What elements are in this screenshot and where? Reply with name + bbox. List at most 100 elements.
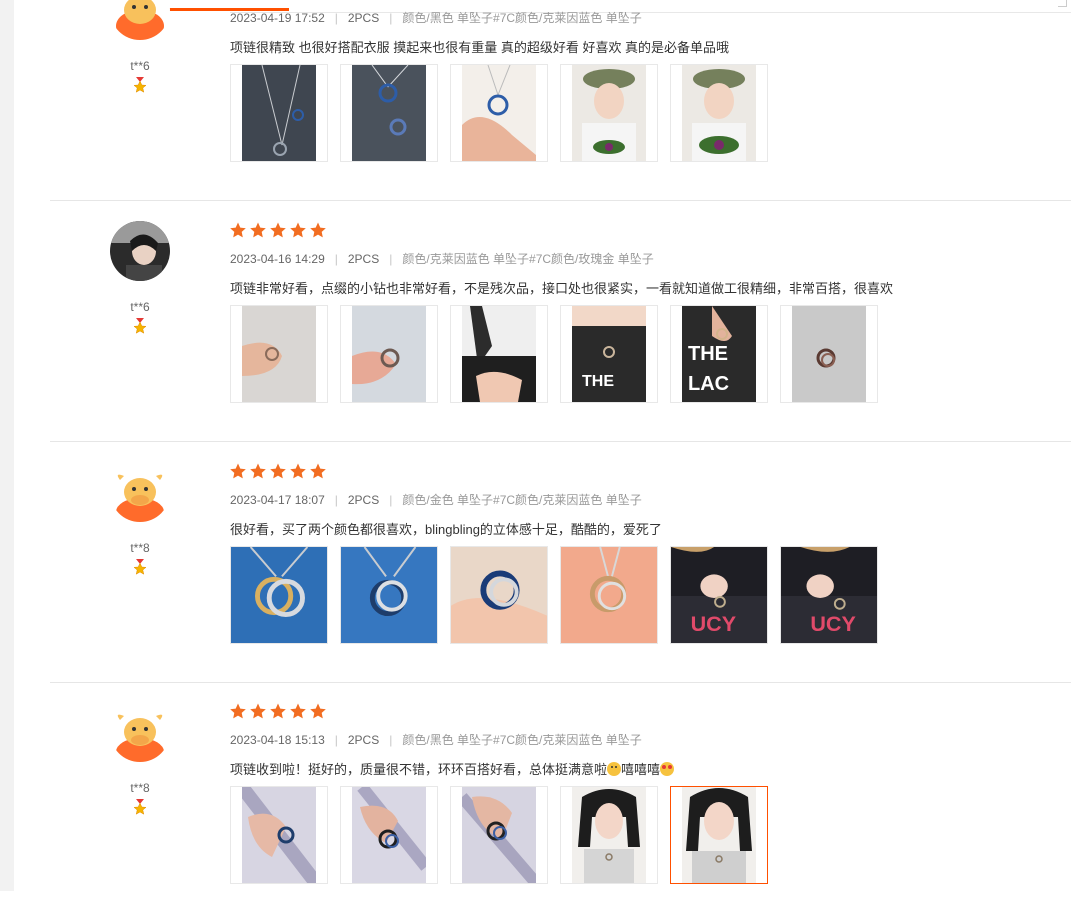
- reviewer-info: t**6: [109, 221, 171, 334]
- review-image[interactable]: [230, 546, 328, 644]
- cow-avatar-icon: [110, 462, 170, 522]
- review-image[interactable]: [340, 546, 438, 644]
- review-image[interactable]: [450, 546, 548, 644]
- member-medal-icon: [133, 799, 147, 815]
- reviewer-info: t**8: [109, 462, 171, 575]
- review-item: t**6 2023-04-16 14:29 | 2PCS | 颜色/克莱因蓝色 单坠子#…: [50, 201, 1071, 442]
- review-date: 2023-04-19 17:52: [230, 11, 325, 25]
- wearing-photo-icon: THE: [572, 306, 646, 402]
- review-image[interactable]: [560, 64, 658, 162]
- avatar[interactable]: [110, 221, 170, 281]
- review-date: 2023-04-16 14:29: [230, 252, 325, 266]
- product-photo-icon: [242, 65, 316, 161]
- review-image[interactable]: UCY: [780, 546, 878, 644]
- hand-photo-icon: [462, 787, 536, 883]
- review-image[interactable]: [340, 305, 438, 403]
- review-image[interactable]: [450, 786, 548, 884]
- wearing-photo-icon: [682, 65, 756, 161]
- product-photo-icon: [341, 547, 437, 643]
- review-item: t**8 2023-04-17 18:07 | 2PCS | 颜色/金色 单坠子#7C颜…: [50, 442, 1071, 683]
- avatar[interactable]: [110, 702, 170, 762]
- wearing-photo-icon: UCY: [781, 547, 877, 643]
- reviewer-info: t**8: [109, 702, 171, 815]
- rating-stars: [230, 222, 328, 239]
- review-image[interactable]: [230, 786, 328, 884]
- review-image[interactable]: [340, 64, 438, 162]
- review-image[interactable]: THE: [560, 305, 658, 403]
- user-name: t**8: [130, 541, 150, 555]
- svg-text:LAC: LAC: [688, 373, 729, 395]
- hand-photo-icon: [242, 787, 316, 883]
- wearing-photo-icon: [572, 787, 646, 883]
- review-thumbnails: UCY UCY: [230, 546, 890, 644]
- five-star-icon: [230, 463, 326, 479]
- review-meta: 2023-04-19 17:52 | 2PCS | 颜色/黑色 单坠子#7C颜色/克莱因…: [230, 11, 642, 25]
- review-date: 2023-04-17 18:07: [230, 493, 325, 507]
- review-image[interactable]: [560, 546, 658, 644]
- svg-text:UCY: UCY: [691, 611, 737, 636]
- review-item: t**8 2023-04-18 15:13 | 2PCS | 颜色/黑色 单坠子#7C颜…: [50, 682, 1071, 922]
- smile-emoji-icon: [607, 762, 622, 776]
- review-image[interactable]: [560, 786, 658, 884]
- svg-text:THE: THE: [582, 373, 614, 390]
- review-meta: 2023-04-18 15:13 | 2PCS | 颜色/黑色 单坠子#7C颜色/克莱因…: [230, 733, 642, 747]
- hand-photo-icon: [352, 787, 426, 883]
- review-thumbnails: [230, 64, 780, 162]
- review-image[interactable]: [230, 305, 328, 403]
- review-image[interactable]: THE LAC: [670, 305, 768, 403]
- review-meta: 2023-04-17 18:07 | 2PCS | 颜色/金色 单坠子#7C颜色/克莱因…: [230, 493, 642, 507]
- review-content: 项链很精致 也很好搭配衣服 摸起来也很有重量 真的超级好看 好喜欢 真的是必备单…: [230, 40, 730, 55]
- five-star-icon: [230, 222, 326, 238]
- review-image[interactable]: [780, 305, 878, 403]
- wearing-photo-icon: UCY: [671, 547, 767, 643]
- wearing-photo-icon: [572, 65, 646, 161]
- wearing-photo-icon: [682, 787, 756, 883]
- wearing-photo-icon: THE LAC: [682, 306, 756, 402]
- review-meta: 2023-04-16 14:29 | 2PCS | 颜色/克莱因蓝色 单坠子#7C颜色/…: [230, 252, 654, 266]
- review-sku: 颜色/黑色 单坠子#7C颜色/克莱因蓝色 单坠子: [402, 733, 642, 747]
- rating-stars: [230, 463, 328, 480]
- svg-text:THE: THE: [688, 343, 728, 365]
- review-content-text: 项链收到啦！挺好的，质量很不错，环环百搭好看，总体挺满意啦: [230, 762, 608, 777]
- member-medal-icon: [133, 77, 147, 93]
- product-photo-icon: [462, 65, 536, 161]
- review-content-tail: 嘻嘻嘻: [621, 762, 661, 777]
- wearing-photo-icon: [462, 306, 536, 402]
- hand-photo-icon: [561, 547, 657, 643]
- product-photo-icon: [792, 306, 866, 402]
- user-name: t**8: [130, 781, 150, 795]
- review-sku: 颜色/金色 单坠子#7C颜色/克莱因蓝色 单坠子: [402, 493, 642, 507]
- hand-photo-icon: [352, 306, 426, 402]
- product-photo-icon: [451, 547, 547, 643]
- avatar[interactable]: [110, 462, 170, 522]
- review-image[interactable]: [670, 786, 768, 884]
- review-image[interactable]: [450, 64, 548, 162]
- member-medal-icon: [133, 559, 147, 575]
- user-name: t**6: [130, 300, 150, 314]
- review-sku: 颜色/克莱因蓝色 单坠子#7C颜色/玫瑰金 单坠子: [402, 252, 654, 266]
- reviewer-info: t**6: [109, 0, 171, 93]
- review-content: 项链非常好看，点缀的小钻也非常好看，不是残次品，接口处也很紧实，一看就知道做工很…: [230, 281, 894, 296]
- review-pcs: 2PCS: [347, 493, 380, 507]
- review-pcs: 2PCS: [347, 252, 380, 266]
- member-medal-icon: [133, 318, 147, 334]
- review-image[interactable]: [450, 305, 548, 403]
- product-photo-icon: [352, 65, 426, 161]
- cow-avatar-icon: [110, 0, 170, 40]
- five-star-icon: [230, 703, 326, 719]
- hand-photo-icon: [242, 306, 316, 402]
- rating-stars: [230, 703, 328, 720]
- review-image[interactable]: UCY: [670, 546, 768, 644]
- user-name: t**6: [130, 59, 150, 73]
- review-image[interactable]: [340, 786, 438, 884]
- product-photo-icon: [231, 547, 327, 643]
- review-content: 项链收到啦！挺好的，质量很不错，环环百搭好看，总体挺满意啦 嘻嘻嘻: [230, 759, 675, 778]
- avatar[interactable]: [110, 0, 170, 40]
- review-pcs: 2PCS: [347, 11, 380, 25]
- review-item: t**6 2023-04-19 17:52 | 2PCS | 颜色/黑色 单坠子#7C颜…: [50, 0, 1071, 201]
- review-date: 2023-04-18 15:13: [230, 733, 325, 747]
- review-image[interactable]: [230, 64, 328, 162]
- cow-avatar-icon: [110, 702, 170, 762]
- review-image[interactable]: [670, 64, 768, 162]
- svg-text:UCY: UCY: [810, 611, 856, 636]
